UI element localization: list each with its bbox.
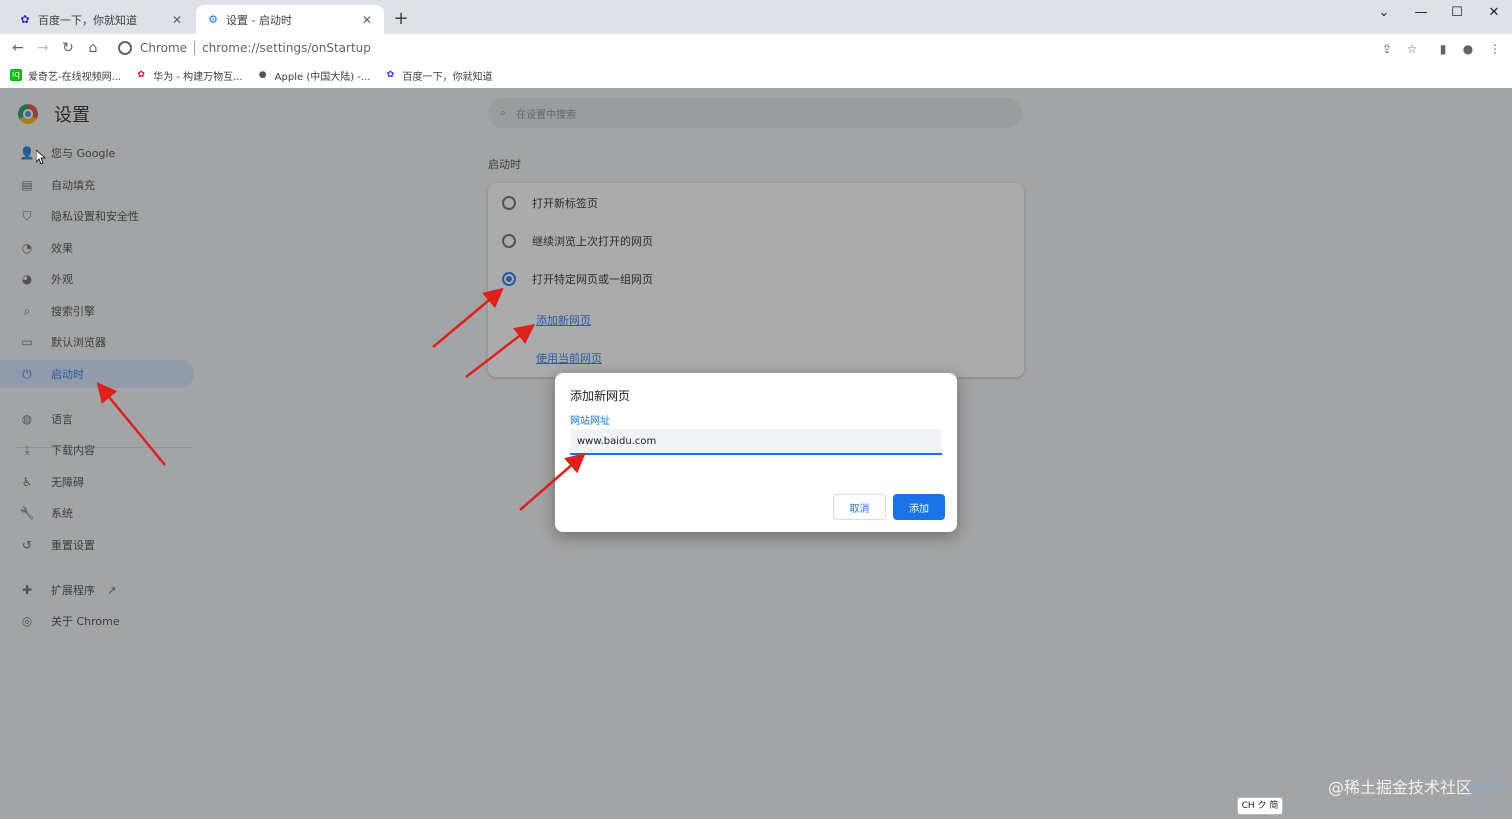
toolbar: ← → ↻ ⌂ Chrome chrome://settings/onStart… xyxy=(0,34,1512,62)
star-icon[interactable]: ☆ xyxy=(1404,41,1420,57)
close-icon[interactable]: ✕ xyxy=(170,13,184,27)
share-icon[interactable]: ⇪ xyxy=(1379,41,1395,57)
watermark-logo: 极光下载站 xyxy=(1470,782,1510,808)
baidu-paw-icon: ✿ xyxy=(386,70,395,80)
tab-search-button[interactable]: ⌄ xyxy=(1366,0,1402,26)
url-input[interactable] xyxy=(570,429,942,455)
url-field-label: 网站网址 xyxy=(570,416,610,427)
tab-settings[interactable]: ⚙ 设置 - 启动时 ✕ xyxy=(196,5,384,34)
tab-title: 百度一下，你就知道 xyxy=(38,13,137,27)
bookmark-apple[interactable]: ● Apple (中国大陆) -... xyxy=(257,68,371,83)
close-icon[interactable]: ✕ xyxy=(360,13,374,27)
minimize-button[interactable]: — xyxy=(1403,0,1439,26)
reload-button[interactable]: ↻ xyxy=(58,39,78,57)
bookmark-baidu[interactable]: ✿ 百度一下，你就知道 xyxy=(384,68,493,83)
bookmark-label: 百度一下，你就知道 xyxy=(402,71,493,83)
tab-title: 设置 - 启动时 xyxy=(226,13,292,27)
tab-strip: ✿ 百度一下，你就知道 ✕ ⚙ 设置 - 启动时 ✕ + ⌄ — ☐ ✕ xyxy=(0,0,1512,34)
site-label: Chrome xyxy=(140,41,188,55)
bookmark-label: 爱奇艺-在线视频网... xyxy=(28,71,122,83)
url-text[interactable]: chrome://settings/onStartup xyxy=(202,41,371,55)
gear-icon: ⚙ xyxy=(208,13,218,26)
back-button[interactable]: ← xyxy=(8,39,28,57)
tab-baidu[interactable]: ✿ 百度一下，你就知道 ✕ xyxy=(8,5,194,34)
window-close-button[interactable]: ✕ xyxy=(1476,0,1512,26)
maximize-button[interactable]: ☐ xyxy=(1439,0,1475,26)
bookmark-label: 华为 - 构建万物互... xyxy=(153,71,243,83)
bookmarks-bar: iq 爱奇艺-在线视频网... ✿ 华为 - 构建万物互... ● Apple … xyxy=(0,62,1512,88)
iqiyi-icon: iq xyxy=(10,69,22,81)
add-page-dialog: 添加新网页 网站网址 取消 添加 xyxy=(555,373,957,532)
apple-icon: ● xyxy=(258,70,267,80)
omnibox-divider xyxy=(194,41,196,55)
chrome-site-icon xyxy=(118,41,132,55)
huawei-icon: ✿ xyxy=(137,70,145,80)
ime-indicator[interactable]: CH ク 简 xyxy=(1237,797,1283,815)
home-button[interactable]: ⌂ xyxy=(83,39,103,57)
baidu-paw-icon: ✿ xyxy=(20,13,30,26)
mouse-cursor-icon xyxy=(36,150,46,164)
forward-button[interactable]: → xyxy=(33,39,53,57)
bookmark-iqiyi[interactable]: iq 爱奇艺-在线视频网... xyxy=(10,68,121,83)
bookmark-huawei[interactable]: ✿ 华为 - 构建万物互... xyxy=(135,68,243,83)
profile-icon[interactable]: ● xyxy=(1460,41,1476,57)
dialog-title: 添加新网页 xyxy=(570,389,631,403)
address-bar[interactable]: Chrome chrome://settings/onStartup xyxy=(112,36,1402,60)
new-tab-button[interactable]: + xyxy=(392,10,410,28)
side-panel-icon[interactable]: ▮ xyxy=(1435,41,1451,57)
menu-icon[interactable]: ⋮ xyxy=(1487,41,1503,57)
bookmark-label: Apple (中国大陆) -... xyxy=(274,71,371,83)
watermark: @稀土掘金技术社区 xyxy=(1328,778,1473,797)
cancel-button[interactable]: 取消 xyxy=(833,494,886,520)
add-button[interactable]: 添加 xyxy=(893,494,945,520)
